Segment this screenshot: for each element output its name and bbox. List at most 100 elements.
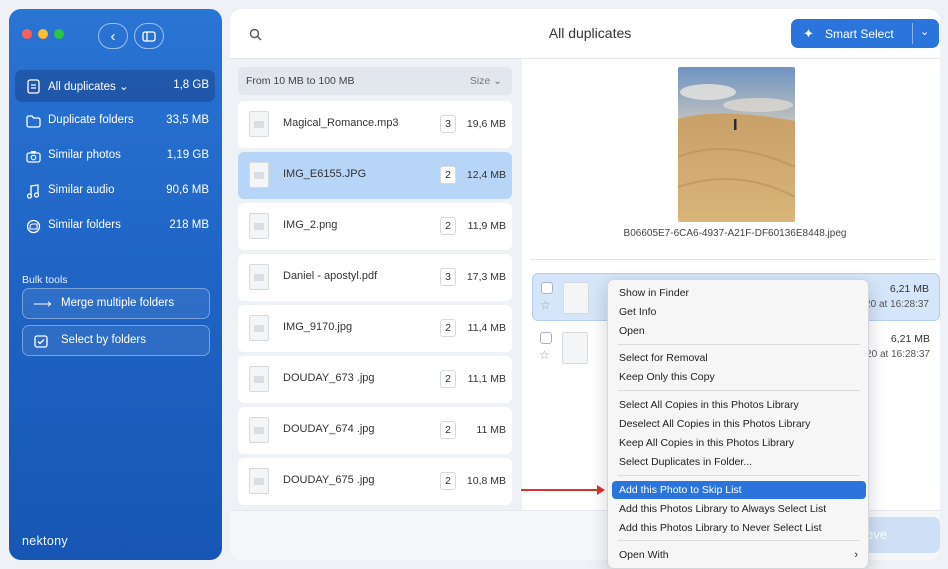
file-size: 19,6 MB: [466, 118, 506, 130]
file-row[interactable]: DOUDAY_675 .jpg 2 10,8 MB: [238, 458, 512, 505]
menu-item-deselect-all-copies[interactable]: Deselect All Copies in this Photos Libra…: [612, 415, 866, 433]
star-icon[interactable]: ☆: [539, 348, 550, 362]
sparkle-icon: ✦: [803, 26, 814, 41]
file-size: 11,4 MB: [467, 322, 506, 334]
sidebar-item-size: 90,6 MB: [166, 184, 209, 196]
toolbar: All duplicates ✦ Smart Select ⌄: [230, 9, 940, 59]
thumbnail: [563, 282, 589, 314]
chevron-left-icon: ‹: [110, 27, 116, 45]
select-checkbox[interactable]: [541, 282, 553, 294]
file-icon: [249, 111, 269, 137]
merge-arrow-icon: ⟶: [33, 296, 52, 311]
bulk-button-label: Merge multiple folders: [61, 297, 175, 309]
chevron-down-icon: ⌄: [118, 81, 129, 93]
back-button[interactable]: ‹: [98, 23, 128, 49]
search-button[interactable]: [242, 21, 268, 47]
file-name: Daniel - apostyl.pdf: [283, 270, 378, 282]
sidebar-item-label: Similar photos: [48, 149, 121, 161]
bulk-tools-heading: Bulk tools: [22, 274, 68, 286]
sidebar-item-all-duplicates[interactable]: All duplicates ⌄ 1,8 GB: [15, 70, 215, 102]
sidebar-item-similar-folders[interactable]: Similar folders 218 MB: [15, 210, 215, 242]
chevron-down-icon[interactable]: ⌄: [920, 25, 929, 38]
page-title: All duplicates: [548, 25, 632, 41]
sidebar-item-similar-photos[interactable]: Similar photos 1,19 GB: [15, 140, 215, 172]
sidebar-item-duplicate-folders[interactable]: Duplicate folders 33,5 MB: [15, 105, 215, 137]
sidebar-item-similar-audio[interactable]: Similar audio 90,6 MB: [15, 175, 215, 207]
app-window: ‹ All duplicates ⌄ 1,8 GB Duplicate fold…: [0, 0, 948, 569]
menu-item-open[interactable]: Open: [612, 322, 866, 340]
file-row[interactable]: Daniel - apostyl.pdf 3 17,3 MB: [238, 254, 512, 301]
file-row[interactable]: DOUDAY_674 .jpg 2 11 MB: [238, 407, 512, 454]
copy-date: 20 at 16:28:37: [865, 299, 929, 310]
file-size: 11,1 MB: [467, 373, 506, 385]
menu-item-get-info[interactable]: Get Info: [612, 303, 866, 321]
menu-item-show-in-finder[interactable]: Show in Finder: [612, 284, 866, 302]
menu-item-open-with[interactable]: Open With ›: [612, 546, 866, 564]
file-name: IMG_9170.jpg: [283, 321, 353, 333]
file-name: DOUDAY_673 .jpg: [283, 372, 375, 384]
sort-dropdown[interactable]: Size ⌄: [470, 75, 502, 87]
file-icon: [249, 213, 269, 239]
file-name: IMG_E6155.JPG: [283, 168, 367, 180]
menu-item-label: Open With: [619, 549, 669, 561]
copies-count-badge: 2: [440, 421, 456, 439]
copies-count-badge: 2: [440, 217, 456, 235]
context-menu: Show in Finder Get Info Open Select for …: [607, 279, 869, 569]
music-note-icon: [25, 182, 41, 200]
file-name: DOUDAY_674 .jpg: [283, 423, 375, 435]
file-size: 10,8 MB: [466, 475, 506, 487]
chevron-right-icon: ›: [854, 549, 858, 561]
sidebar-item-size: 1,8 GB: [173, 79, 209, 91]
file-size: 11 MB: [476, 424, 506, 436]
sidebar-toggle-button[interactable]: [134, 23, 164, 49]
file-icon: [249, 366, 269, 392]
file-icon: [249, 264, 269, 290]
copy-size: 6,21 MB: [889, 283, 929, 295]
photo-preview: [678, 67, 795, 222]
sidebar-icon: [142, 30, 156, 42]
folder-check-icon: [34, 334, 48, 351]
filter-bar[interactable]: From 10 MB to 100 MB Size ⌄: [238, 67, 512, 95]
sidebar-item-label: Similar audio: [48, 184, 115, 196]
sidebar-item-size: 33,5 MB: [166, 114, 209, 126]
file-row[interactable]: IMG_2.png 2 11,9 MB: [238, 203, 512, 250]
copies-count-badge: 2: [440, 472, 456, 490]
menu-item-select-for-removal[interactable]: Select for Removal: [612, 349, 866, 367]
sidebar-item-size: 1,19 GB: [166, 149, 209, 161]
copies-count-badge: 2: [440, 319, 456, 337]
sidebar-item-label: All duplicates: [48, 81, 116, 93]
menu-item-keep-all-copies[interactable]: Keep All Copies in this Photos Library: [612, 434, 866, 452]
select-by-folders-button[interactable]: Select by folders: [22, 325, 210, 356]
smart-select-label: Smart Select: [825, 27, 894, 41]
file-icon: [249, 468, 269, 494]
select-checkbox[interactable]: [540, 332, 552, 344]
file-row[interactable]: IMG_E6155.JPG 2 12,4 MB: [238, 152, 512, 199]
file-row[interactable]: DOUDAY_673 .jpg 2 11,1 MB: [238, 356, 512, 403]
file-name: Magical_Romance.mp3: [283, 117, 399, 129]
brand-logo: nektony: [22, 534, 68, 548]
menu-item-keep-only-this-copy[interactable]: Keep Only this Copy: [612, 368, 866, 386]
smart-select-button[interactable]: ✦ Smart Select ⌄: [791, 19, 939, 48]
file-row[interactable]: IMG_9170.jpg 2 11,4 MB: [238, 305, 512, 352]
document-icon: [25, 77, 41, 95]
merge-multiple-folders-button[interactable]: ⟶ Merge multiple folders: [22, 288, 210, 319]
menu-item-never-select-list[interactable]: Add this Photos Library to Never Select …: [612, 519, 866, 537]
file-row[interactable]: Magical_Romance.mp3 3 19,6 MB: [238, 101, 512, 148]
menu-item-add-to-skip-list[interactable]: Add this Photo to Skip List: [612, 481, 866, 499]
copies-count-badge: 2: [440, 370, 456, 388]
minimize-window-button[interactable]: [38, 29, 48, 39]
zoom-window-button[interactable]: [54, 29, 64, 39]
camera-icon: [25, 147, 41, 165]
menu-item-select-duplicates-in-folder[interactable]: Select Duplicates in Folder...: [612, 453, 866, 471]
close-window-button[interactable]: [22, 29, 32, 39]
sidebar-item-size: 218 MB: [169, 219, 209, 231]
annotation-arrow: [521, 485, 605, 495]
copies-count-badge: 2: [440, 166, 456, 184]
star-icon[interactable]: ☆: [540, 298, 551, 312]
sidebar: ‹ All duplicates ⌄ 1,8 GB Duplicate fold…: [9, 9, 222, 560]
file-size: 11,9 MB: [467, 220, 506, 232]
copy-size: 6,21 MB: [890, 333, 930, 345]
file-list: From 10 MB to 100 MB Size ⌄ Magical_Roma…: [230, 59, 522, 510]
menu-item-select-all-copies[interactable]: Select All Copies in this Photos Library: [612, 396, 866, 414]
menu-item-always-select-list[interactable]: Add this Photos Library to Always Select…: [612, 500, 866, 518]
